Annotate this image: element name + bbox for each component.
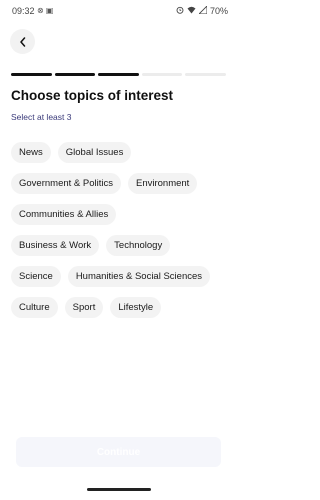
page-title: Choose topics of interest — [11, 88, 174, 103]
topic-chip[interactable]: Technology — [106, 235, 171, 256]
progress-indicator — [11, 73, 226, 77]
status-right: 70% — [176, 4, 228, 16]
topic-chip[interactable]: Lifestyle — [110, 297, 162, 318]
topic-row: Government & Politics Environment — [11, 173, 198, 194]
status-bar: 09:32 ⊗ ▣ 70% — [0, 0, 238, 22]
topic-row: Science Humanities & Social Sciences — [11, 266, 211, 287]
progress-segment — [11, 73, 52, 76]
signal-icon — [197, 4, 208, 16]
topic-chip[interactable]: News — [11, 142, 51, 163]
topic-chip[interactable]: Communities & Allies — [11, 204, 117, 225]
page-subtitle: Select at least 3 — [11, 112, 72, 122]
progress-segment — [185, 73, 226, 76]
back-button[interactable] — [10, 29, 35, 54]
progress-segment — [141, 73, 183, 76]
topic-chip[interactable]: Culture — [11, 297, 58, 318]
topic-chip[interactable]: Science — [11, 266, 61, 287]
progress-segment — [54, 73, 96, 76]
progress-segment — [98, 73, 139, 76]
alarm-icon — [176, 6, 184, 16]
topic-chip[interactable]: Business & Work — [11, 235, 100, 256]
topic-row: Communities & Allies — [11, 204, 117, 225]
topic-chip[interactable]: Global Issues — [57, 142, 132, 163]
battery-level: 70% — [209, 6, 228, 16]
topic-row: Business & Work Technology — [11, 235, 171, 256]
topic-chip[interactable]: Humanities & Social Sciences — [67, 266, 211, 287]
continue-button[interactable]: Continue — [16, 437, 221, 467]
topic-chip[interactable]: Government & Politics — [11, 173, 121, 194]
home-indicator[interactable] — [87, 488, 151, 491]
wifi-icon — [187, 6, 196, 16]
chevron-left-icon — [19, 36, 27, 47]
status-time: 09:32 — [12, 6, 35, 16]
topic-chip[interactable]: Environment — [127, 173, 198, 194]
topic-row: News Global Issues — [11, 142, 132, 163]
topic-chip[interactable]: Sport — [64, 297, 104, 318]
topic-row: Culture Sport Lifestyle — [11, 297, 162, 318]
notification-icons: ⊗ ▣ — [37, 6, 54, 15]
